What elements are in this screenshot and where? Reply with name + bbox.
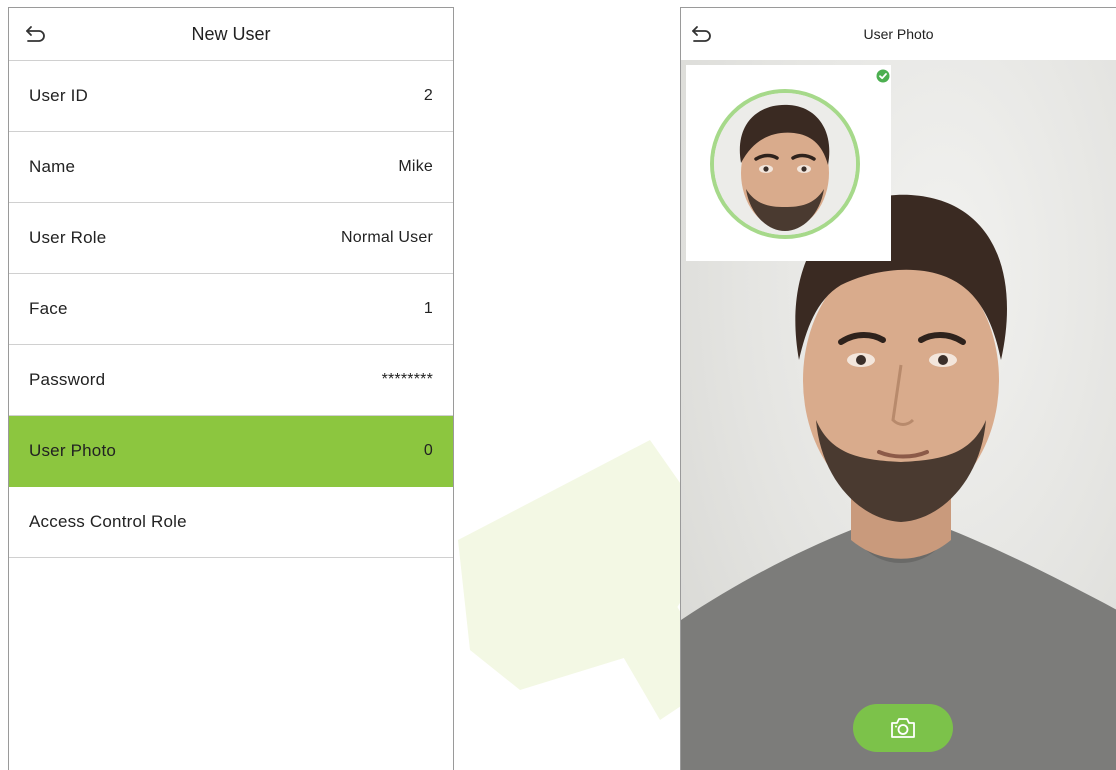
menu-item-user-photo[interactable]: User Photo 0 [9,416,453,487]
check-circle-icon [876,69,890,83]
menu-item-user-role[interactable]: User Role Normal User [9,203,453,274]
camera-icon [891,718,915,738]
back-arrow-icon[interactable] [687,20,717,48]
menu-item-value: Mike [398,158,433,175]
menu-item-label: User ID [29,86,89,105]
menu-item-value: Normal User [341,229,433,246]
menu-item-access-control-role[interactable]: Access Control Role [9,487,453,558]
new-user-screen: New User User ID 2 Name Mike User Role N… [8,7,454,770]
camera-preview [681,60,1116,770]
header-bar: User Photo [681,8,1116,61]
thumbnail-face [710,89,860,239]
menu-item-label: Access Control Role [29,512,187,531]
menu-item-value: 0 [423,442,433,459]
header-bar: New User [9,8,453,61]
page-title: User Photo [863,26,934,42]
menu-item-label: User Photo [29,441,117,460]
menu-item-value: ******** [381,371,433,388]
page-title: New User [191,23,271,44]
user-photo-screen: User Photo [680,7,1116,770]
menu-item-face[interactable]: Face 1 [9,274,453,345]
captured-photo-thumbnail [686,65,891,261]
menu-item-label: Face [29,299,68,318]
menu-item-value: 1 [423,300,433,317]
capture-photo-button[interactable] [853,704,953,752]
menu-item-value: 2 [423,87,433,104]
menu-item-name[interactable]: Name Mike [9,132,453,203]
menu-item-user-id[interactable]: User ID 2 [9,61,453,132]
menu-item-label: User Role [29,228,107,247]
menu-item-label: Password [29,370,106,389]
back-arrow-icon[interactable] [21,20,51,48]
menu-item-label: Name [29,157,76,176]
menu-item-password[interactable]: Password ******** [9,345,453,416]
